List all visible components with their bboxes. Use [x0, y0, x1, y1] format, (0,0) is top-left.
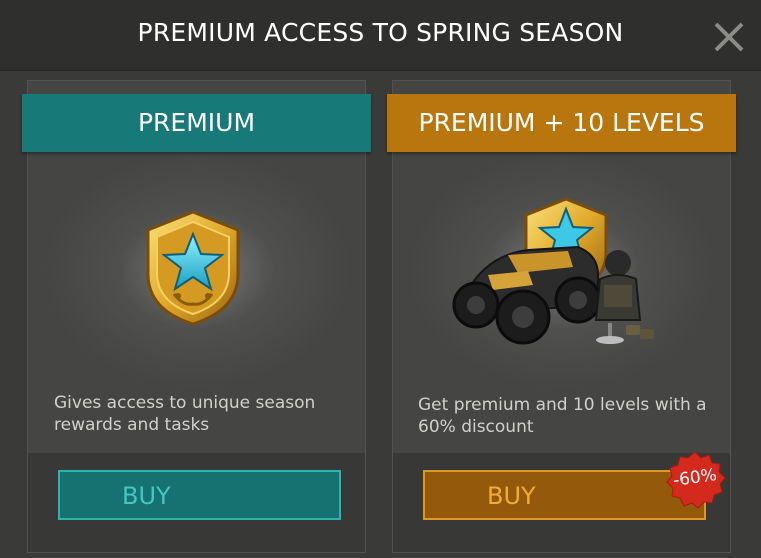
- offer-title-premium-levels: PREMIUM + 10 LEVELS: [387, 94, 736, 152]
- page-title: PREMIUM ACCESS TO SPRING SEASON: [137, 18, 624, 47]
- offer-description-premium-levels: Get premium and 10 levels with a 60% dis…: [418, 395, 707, 437]
- buy-premium-button[interactable]: BUY: [58, 470, 341, 520]
- close-icon: [714, 22, 744, 52]
- offer-title-premium: PREMIUM: [22, 94, 371, 152]
- offer-description-premium: Gives access to unique season rewards an…: [54, 393, 316, 435]
- close-button[interactable]: [706, 14, 752, 60]
- vehicle-bundle-icon: [452, 197, 654, 345]
- premium-badge-icon: [146, 210, 240, 326]
